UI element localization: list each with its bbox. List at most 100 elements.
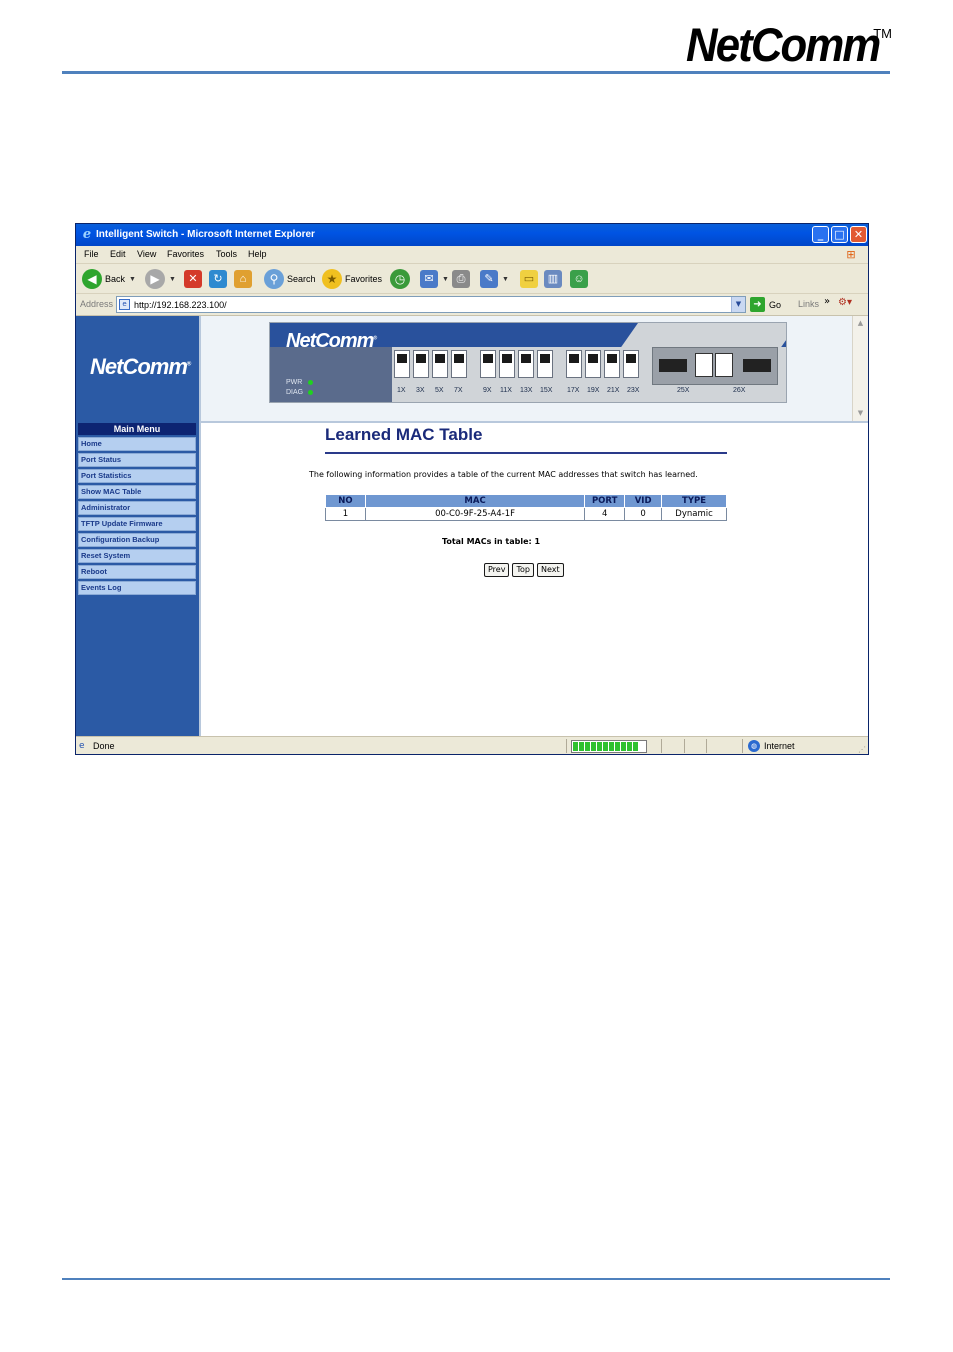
main-menu-header: Main Menu — [78, 423, 196, 435]
port-label: 23X — [627, 387, 640, 394]
dropdown-arrow-icon: ▼ — [169, 275, 176, 283]
progress-segment — [609, 742, 614, 751]
column-header-port: PORT — [584, 494, 626, 508]
scroll-up-icon[interactable]: ▲ — [855, 318, 866, 329]
progress-segment — [615, 742, 620, 751]
cell-port: 4 — [584, 507, 626, 521]
pagination-buttons: Prev Top Next — [484, 563, 564, 577]
mail-icon: ✉ — [420, 270, 438, 288]
header-divider — [62, 71, 890, 74]
sidebar-item-reboot[interactable]: Reboot — [78, 565, 196, 579]
sidebar-item-home[interactable]: Home — [78, 437, 196, 451]
module-port — [715, 353, 733, 377]
cell-vid: 0 — [624, 507, 663, 521]
sidebar-item-configuration-backup[interactable]: Configuration Backup — [78, 533, 196, 547]
port-label: 21X — [607, 387, 620, 394]
search-button[interactable]: ⚲ Search — [264, 268, 316, 290]
security-zone-text: Internet — [764, 741, 795, 751]
port-label: 11X — [500, 387, 512, 394]
uplink-module — [652, 347, 778, 385]
page-done-icon: e — [79, 741, 85, 751]
cell-mac: 00-C0-9F-25-A4-1F — [364, 507, 586, 521]
port-label: 5X — [435, 387, 444, 394]
fiber-slot — [743, 359, 771, 372]
sidebar-item-show-mac-table[interactable]: Show MAC Table — [78, 485, 196, 499]
home-button[interactable]: ⌂ — [234, 268, 252, 290]
mail-button[interactable]: ✉ ▼ — [420, 268, 449, 290]
prev-button[interactable]: Prev — [484, 563, 510, 577]
sidebar-item-reset-system[interactable]: Reset System — [78, 549, 196, 563]
print-button[interactable]: ⎙ — [452, 268, 470, 290]
links-chevron-icon[interactable]: » — [824, 296, 830, 307]
research-button[interactable]: ▥ — [544, 268, 562, 290]
back-arrow-icon: ◀ — [82, 269, 102, 289]
sidebar-item-port-statistics[interactable]: Port Statistics — [78, 469, 196, 483]
favorites-star-icon: ★ — [322, 269, 342, 289]
address-dropdown-button[interactable]: ▼ — [731, 297, 745, 312]
progress-bar — [571, 740, 647, 753]
refresh-button[interactable]: ↻ — [209, 268, 227, 290]
port-label: 25X — [677, 387, 690, 394]
edit-button[interactable]: ✎ ▼ — [480, 268, 509, 290]
sidebar-item-tftp-update-firmware[interactable]: TFTP Update Firmware — [78, 517, 196, 531]
menu-view[interactable]: View — [137, 248, 156, 261]
history-button[interactable]: ◷ — [390, 268, 410, 290]
progress-segment — [585, 742, 590, 751]
port-label: 17X — [567, 387, 580, 394]
menu-help[interactable]: Help — [248, 248, 267, 261]
port-21 — [604, 350, 620, 378]
page-description: The following information provides a tab… — [309, 470, 698, 479]
main-menu-sidebar: Main Menu Home Port Status Port Statisti… — [76, 421, 199, 736]
banner-scrollbar[interactable]: ▲ ▼ — [852, 316, 868, 421]
links-label[interactable]: Links — [798, 299, 819, 309]
discuss-button[interactable]: ▭ — [520, 268, 538, 290]
back-button[interactable]: ◀ Back ▼ — [82, 268, 136, 290]
menu-edit[interactable]: Edit — [110, 248, 126, 261]
toolbar-addon-icon[interactable]: ⚙▾ — [838, 297, 864, 312]
progress-segment — [597, 742, 602, 751]
sidebar-item-port-status[interactable]: Port Status — [78, 453, 196, 467]
url-text: http://192.168.223.100/ — [134, 300, 227, 310]
progress-segment — [573, 742, 578, 751]
port-23 — [623, 350, 639, 378]
menu-tools[interactable]: Tools — [216, 248, 237, 261]
footer-divider — [62, 1278, 890, 1280]
internet-globe-icon: ◍ — [748, 740, 760, 752]
progress-segment — [627, 742, 632, 751]
port-label: 1X — [397, 387, 406, 394]
printer-icon: ⎙ — [452, 270, 470, 288]
stop-button[interactable]: ✕ — [184, 268, 202, 290]
home-icon: ⌂ — [234, 270, 252, 288]
favorites-button[interactable]: ★ Favorites — [322, 268, 382, 290]
logo-text: NetComm — [686, 18, 881, 71]
diag-led — [308, 390, 313, 395]
resize-grip-icon[interactable]: ⋰ — [858, 745, 866, 754]
progress-segment — [591, 742, 596, 751]
sidebar-item-administrator[interactable]: Administrator — [78, 501, 196, 515]
menu-file[interactable]: File — [84, 248, 99, 261]
close-button[interactable]: ✕ — [850, 226, 867, 243]
port-label: 26X — [733, 387, 746, 394]
port-1 — [394, 350, 410, 378]
switch-front-panel-image: NetComm® PWR DIAG 1X 3X 5X 7X 9X 11X 13X… — [269, 322, 787, 403]
address-input[interactable]: e http://192.168.223.100/ ▼ — [116, 296, 746, 313]
scroll-down-icon[interactable]: ▼ — [855, 408, 866, 419]
title-bar[interactable]: e Intelligent Switch - Microsoft Interne… — [76, 224, 868, 246]
edit-page-icon: ✎ — [480, 270, 498, 288]
column-header-mac: MAC — [364, 494, 586, 508]
minimize-button[interactable]: _ — [812, 226, 829, 243]
diag-led-label: DIAG — [286, 389, 304, 396]
go-button[interactable]: ➜ Go — [750, 297, 781, 312]
next-button[interactable]: Next — [536, 563, 564, 577]
internet-explorer-icon: e — [82, 227, 92, 242]
forward-button[interactable]: ▶ ▼ — [145, 268, 176, 290]
messenger-button[interactable]: ☺ — [570, 268, 588, 290]
menu-favorites[interactable]: Favorites — [167, 248, 204, 261]
total-macs-text: Total MACs in table: 1 — [441, 537, 541, 546]
favorites-label: Favorites — [345, 274, 383, 284]
top-button[interactable]: Top — [512, 563, 534, 577]
maximize-button[interactable]: □ — [831, 226, 848, 243]
sidebar-item-events-log[interactable]: Events Log — [78, 581, 196, 595]
research-book-icon: ▥ — [544, 270, 562, 288]
refresh-icon: ↻ — [209, 270, 227, 288]
